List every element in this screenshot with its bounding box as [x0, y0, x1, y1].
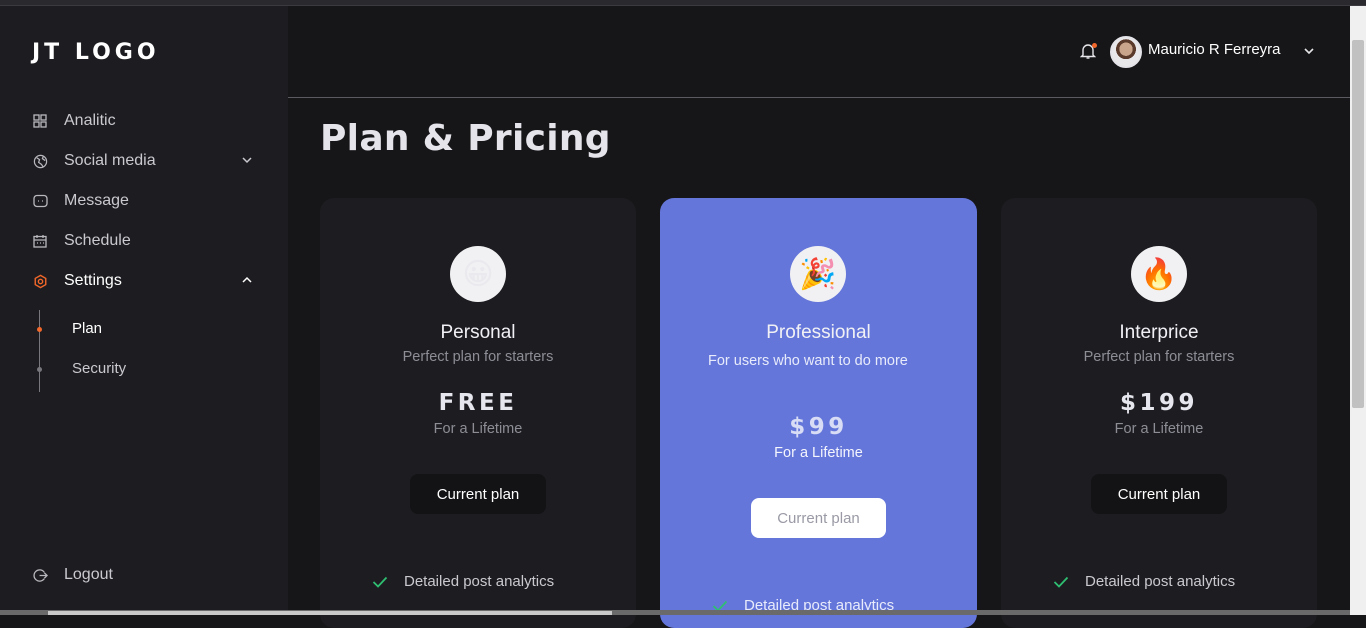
horizontal-scrollbar-thumb[interactable] — [48, 611, 612, 615]
chevron-up-icon[interactable] — [240, 273, 254, 287]
logout-label: Logout — [64, 566, 113, 583]
dashboard-icon — [32, 113, 48, 129]
sidebar: JT LOGO Analitic Social media Message Sc… — [0, 6, 288, 615]
plan-description: Perfect plan for starters — [1083, 349, 1235, 365]
plan-period: For a Lifetime — [774, 445, 863, 461]
plan-description: For users who want to do more — [708, 353, 908, 369]
sidebar-item-label: Analitic — [64, 112, 116, 129]
page-title: Plan & Pricing — [320, 118, 611, 159]
plan-price: FREE — [438, 390, 518, 416]
username[interactable]: Mauricio R Ferreyra — [1148, 41, 1281, 58]
plan-feature: Detailed post analytics — [1053, 573, 1235, 590]
logo: JT LOGO — [32, 40, 160, 65]
sidebar-item-label: Message — [64, 192, 129, 209]
logout-icon — [32, 567, 48, 583]
sidebar-item-label: Social media — [64, 152, 156, 169]
fire-icon: 🔥 — [1131, 246, 1187, 302]
plan-period: For a Lifetime — [1114, 421, 1204, 437]
check-icon — [1053, 576, 1069, 588]
vertical-scrollbar-thumb[interactable] — [1352, 40, 1364, 408]
submenu-line — [39, 310, 40, 392]
sidebar-subitem-security[interactable]: Security — [72, 360, 126, 377]
sidebar-subitem-plan[interactable]: Plan — [72, 320, 102, 337]
globe-icon — [32, 153, 48, 169]
current-plan-button[interactable]: Current plan — [751, 498, 886, 538]
plan-price: $99 — [789, 414, 848, 440]
party-popper-icon: 🎉 — [790, 246, 846, 302]
sidebar-item-label: Settings — [64, 272, 122, 289]
submenu-dot — [37, 367, 42, 372]
logout-button[interactable]: Logout — [32, 562, 262, 588]
plan-name: Personal — [440, 322, 516, 343]
plan-name: Professional — [766, 322, 871, 343]
plan-feature-label: Detailed post analytics — [1085, 573, 1236, 590]
sidebar-item-settings[interactable]: Settings — [32, 268, 262, 294]
grinning-face-icon: 😀 — [450, 246, 506, 302]
sidebar-item-message[interactable]: Message — [32, 188, 262, 214]
sidebar-item-social-media[interactable]: Social media — [32, 148, 262, 174]
plan-card-personal: 😀 Personal Perfect plan for starters FRE… — [320, 198, 636, 628]
notification-dot — [1092, 43, 1097, 48]
sidebar-item-label: Schedule — [64, 232, 131, 249]
current-plan-button[interactable]: Current plan — [410, 474, 546, 514]
sidebar-item-schedule[interactable]: Schedule — [32, 228, 262, 254]
chevron-down-icon[interactable] — [1302, 44, 1316, 58]
current-plan-button[interactable]: Current plan — [1091, 474, 1227, 514]
plan-price: $199 — [1119, 390, 1198, 416]
submenu-active-dot — [37, 327, 42, 332]
plan-period: For a Lifetime — [433, 421, 523, 437]
message-icon — [32, 193, 48, 209]
chevron-down-icon[interactable] — [240, 153, 254, 167]
check-icon — [372, 576, 388, 588]
plan-feature-label: Detailed post analytics — [404, 573, 555, 590]
plan-name: Interprice — [1119, 322, 1199, 343]
calendar-icon — [32, 233, 48, 249]
plan-card-professional: 🎉 Professional For users who want to do … — [660, 198, 977, 628]
top-header: Mauricio R Ferreyra — [288, 6, 1350, 98]
gear-icon — [32, 273, 48, 289]
plan-description: Perfect plan for starters — [402, 349, 554, 365]
sidebar-item-analitic[interactable]: Analitic — [32, 108, 262, 134]
avatar[interactable] — [1110, 36, 1142, 68]
plan-card-interprice: 🔥 Interprice Perfect plan for starters $… — [1001, 198, 1317, 628]
plan-feature: Detailed post analytics — [372, 573, 554, 590]
